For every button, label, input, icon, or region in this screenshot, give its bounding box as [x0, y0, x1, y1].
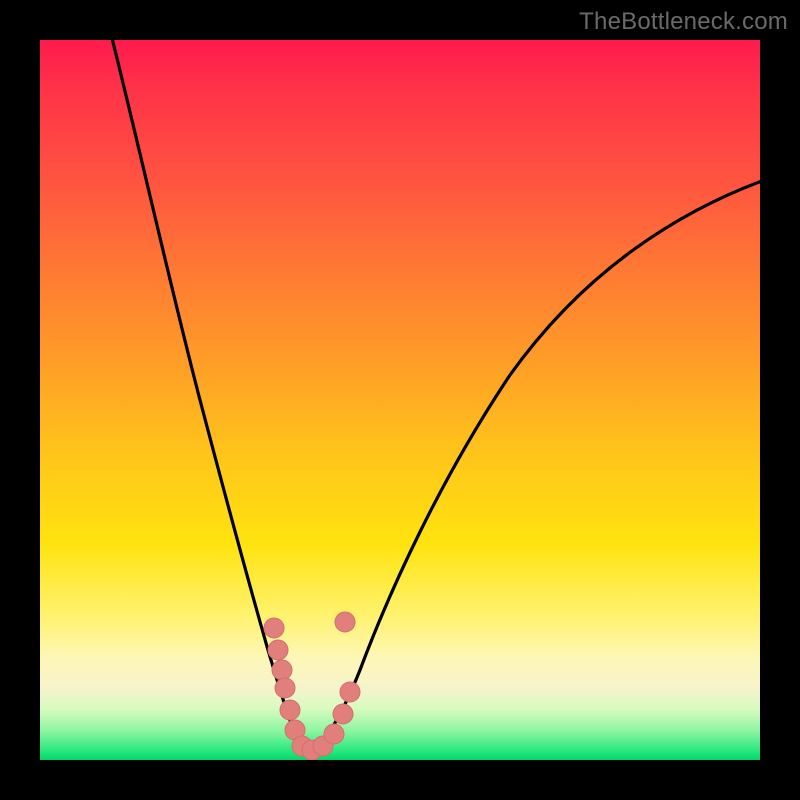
watermark-text: TheBottleneck.com: [579, 8, 788, 36]
marker-dot: [340, 682, 360, 702]
marker-dot: [280, 700, 300, 720]
marker-dot: [335, 612, 355, 632]
plot-area: [40, 40, 760, 760]
marker-dot: [268, 640, 288, 660]
bottleneck-curve-svg: [40, 40, 760, 760]
marker-dot: [333, 704, 353, 724]
marker-dot: [272, 660, 292, 680]
marker-dot: [324, 724, 344, 744]
trough-markers: [264, 612, 360, 760]
curve-right-branch: [305, 178, 760, 755]
marker-dot: [275, 678, 295, 698]
chart-frame: TheBottleneck.com: [0, 0, 800, 800]
marker-dot: [264, 618, 284, 638]
